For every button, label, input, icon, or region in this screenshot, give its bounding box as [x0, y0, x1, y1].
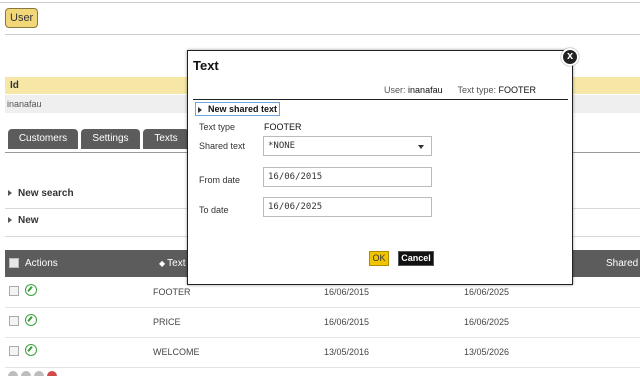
new-search-toggle[interactable]: New search [8, 188, 74, 199]
shared-text-selected-value: *NONE [268, 141, 296, 151]
dialog-title: Text [193, 58, 219, 73]
shared-text-label: Shared text [199, 141, 246, 151]
text-dialog: Text x User: inanafau Text type: FOOTER … [187, 48, 579, 285]
expand-arrow-icon [198, 106, 202, 113]
expand-arrow-icon [8, 190, 12, 197]
user-info-value: inanafau [408, 85, 443, 95]
expand-arrow-icon [8, 217, 12, 224]
table-row: PRICE 16/06/2015 16/06/2025 [5, 308, 640, 338]
cell-text: WELCOME [153, 347, 200, 357]
user-button[interactable]: User [5, 8, 39, 28]
cell-text: PRICE [153, 317, 181, 327]
action-dot-icon[interactable] [8, 371, 18, 376]
action-dot-icon[interactable] [21, 371, 31, 376]
new-shared-text-label: New shared text [208, 104, 278, 114]
cell-from-date: 16/06/2015 [324, 287, 370, 297]
ok-button[interactable]: OK [369, 251, 389, 266]
cell-from-date: 13/05/2016 [324, 347, 370, 357]
tab-customers[interactable]: Customers [8, 129, 78, 149]
shared-column-header[interactable]: Shared [606, 258, 638, 269]
table-row: WELCOME 13/05/2016 13/05/2026 [5, 338, 640, 368]
actions-column-header: Actions [25, 258, 58, 269]
cell-text: FOOTER [153, 287, 191, 297]
edit-icon[interactable] [25, 314, 37, 326]
edit-icon[interactable] [25, 344, 37, 356]
edit-icon[interactable] [25, 284, 37, 296]
new-shared-text-toggle[interactable]: New shared text [195, 102, 281, 116]
delete-dot-icon[interactable] [47, 371, 57, 376]
cancel-button[interactable]: Cancel [398, 251, 434, 266]
header-divider [5, 34, 640, 35]
action-dot-icon[interactable] [34, 371, 44, 376]
text-column-header[interactable]: ◆ Text [159, 258, 186, 269]
select-all-checkbox[interactable] [9, 258, 19, 268]
cell-to-date: 13/05/2026 [464, 347, 510, 357]
shared-text-select[interactable]: *NONE [263, 136, 432, 156]
sort-icon: ◆ [159, 259, 166, 268]
chevron-down-icon [418, 145, 424, 149]
new-search-label: New search [18, 188, 74, 199]
dialog-info: User: inanafau Text type: FOOTER [384, 85, 536, 95]
tab-texts[interactable]: Texts [143, 129, 189, 149]
close-icon[interactable]: x [561, 48, 579, 66]
text-column-label: Text [167, 258, 186, 269]
text-type-info-label: Text type: [457, 85, 496, 95]
new-toggle[interactable]: New [8, 215, 39, 226]
from-date-field[interactable]: 16/06/2015 [263, 167, 432, 187]
bottom-action-icons [8, 371, 60, 376]
top-divider [0, 2, 640, 3]
user-info-label: User: [384, 85, 406, 95]
cell-from-date: 16/06/2015 [324, 317, 370, 327]
text-type-info-value: FOOTER [498, 85, 537, 95]
text-type-label: Text type [199, 122, 236, 132]
dialog-divider [193, 99, 568, 100]
row-checkbox[interactable] [9, 316, 19, 326]
to-date-label: To date [199, 205, 229, 215]
row-checkbox[interactable] [9, 346, 19, 356]
cell-to-date: 16/06/2025 [464, 287, 510, 297]
to-date-field[interactable]: 16/06/2025 [263, 197, 432, 217]
tab-settings[interactable]: Settings [81, 129, 140, 149]
text-type-value: FOOTER [264, 122, 302, 132]
row-checkbox[interactable] [9, 286, 19, 296]
from-date-label: From date [199, 175, 241, 185]
cell-to-date: 16/06/2025 [464, 317, 510, 327]
new-label: New [18, 215, 39, 226]
